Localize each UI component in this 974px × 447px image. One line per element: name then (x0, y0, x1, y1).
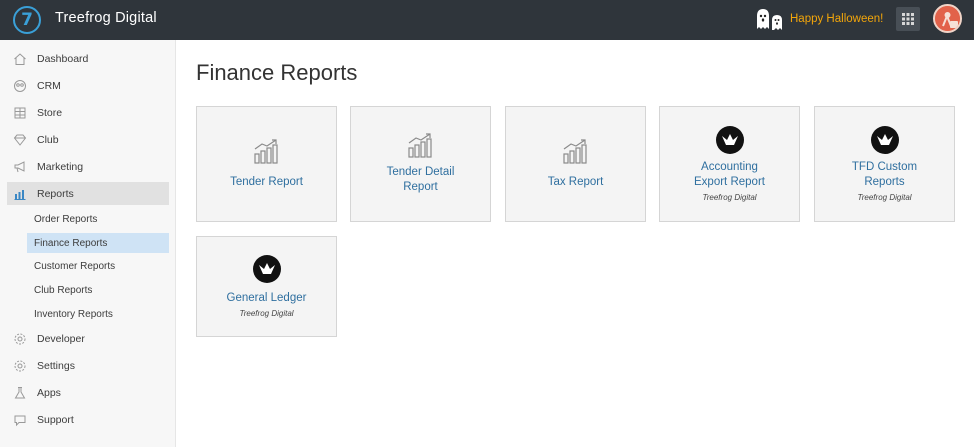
sidebar-subitem-inventory-reports[interactable]: Inventory Reports (27, 304, 169, 324)
sidebar-item-settings[interactable]: Settings (7, 354, 169, 377)
bar-chart-icon (562, 138, 587, 164)
brand-name[interactable]: Treefrog Digital (55, 10, 157, 26)
megaphone-icon (12, 159, 28, 175)
treefrog-badge-icon (870, 126, 899, 154)
report-card-vendor: Treefrog Digital (239, 309, 294, 318)
sidebar-item-apps[interactable]: Apps (7, 381, 169, 404)
report-card-tfd-custom-reports[interactable]: TFD Custom Reports Treefrog Digital (814, 106, 955, 222)
diamond-icon (12, 132, 28, 148)
sidebar-subitem-order-reports[interactable]: Order Reports (27, 209, 169, 229)
sidebar-item-label: Developer (37, 332, 85, 345)
top-bar: 7 Treefrog Digital Happy Halloween! (0, 0, 974, 40)
report-card-accounting-export-report[interactable]: Accounting Export Report Treefrog Digita… (659, 106, 800, 222)
avatar-image (935, 6, 960, 31)
main-content: Finance Reports Tender Report Tender Det… (176, 40, 974, 447)
gear-icon (12, 358, 28, 374)
report-card-tender-detail-report[interactable]: Tender Detail Report (350, 106, 491, 222)
user-avatar[interactable] (933, 4, 962, 33)
sidebar: Dashboard CRM Store Club Marketing Repor… (0, 40, 176, 447)
halloween-message[interactable]: Happy Halloween! (790, 13, 883, 25)
report-card-title: TFD Custom Reports (851, 161, 918, 188)
sidebar-item-label: Club (37, 133, 59, 146)
home-icon (12, 51, 28, 67)
sidebar-item-dashboard[interactable]: Dashboard (7, 47, 169, 70)
sidebar-item-crm[interactable]: CRM (7, 74, 169, 97)
sidebar-subitem-finance-reports[interactable]: Finance Reports (27, 233, 169, 253)
chart-icon (12, 186, 28, 202)
report-card-general-ledger[interactable]: General Ledger Treefrog Digital (196, 236, 337, 337)
flask-icon (12, 385, 28, 401)
report-card-title: Tender Report (230, 175, 303, 188)
sidebar-item-marketing[interactable]: Marketing (7, 155, 169, 178)
gear-icon (12, 331, 28, 347)
treefrog-badge-icon (252, 255, 281, 283)
sidebar-item-reports[interactable]: Reports (7, 182, 169, 205)
report-card-title: Accounting Export Report (694, 161, 765, 188)
report-card-title: Tender Detail Report (386, 166, 455, 193)
sidebar-item-label: Store (37, 106, 63, 119)
ghosts-icon (757, 9, 782, 30)
sidebar-item-label: Marketing (37, 160, 84, 173)
page-title: Finance Reports (196, 60, 358, 85)
report-card-title: General Ledger (226, 292, 307, 304)
treefrog-badge-icon (715, 126, 744, 154)
grid-icon (902, 13, 914, 25)
logo[interactable]: 7 (13, 6, 41, 34)
report-card-title: Tax Report (547, 175, 604, 188)
sidebar-item-label: Apps (37, 386, 61, 399)
report-card-vendor: Treefrog Digital (702, 193, 757, 202)
sidebar-item-label: Reports (37, 187, 74, 200)
report-card-tender-report[interactable]: Tender Report (196, 106, 337, 222)
report-card-tax-report[interactable]: Tax Report (505, 106, 646, 222)
sidebar-item-label: CRM (37, 79, 61, 92)
sidebar-item-store[interactable]: Store (7, 101, 169, 124)
bar-chart-icon (253, 138, 278, 164)
crm-icon (12, 78, 28, 94)
sidebar-item-label: Settings (37, 359, 75, 372)
sidebar-item-label: Support (37, 413, 74, 426)
app-launcher-button[interactable] (896, 7, 920, 31)
sidebar-item-club[interactable]: Club (7, 128, 169, 151)
store-icon (12, 105, 28, 121)
chat-icon (12, 412, 28, 428)
sidebar-item-support[interactable]: Support (7, 408, 169, 431)
sidebar-item-label: Dashboard (37, 52, 89, 65)
sidebar-item-developer[interactable]: Developer (7, 327, 169, 350)
bar-chart-icon (407, 133, 432, 158)
report-card-vendor: Treefrog Digital (857, 193, 912, 202)
sidebar-subitem-club-reports[interactable]: Club Reports (27, 280, 169, 300)
sidebar-subitem-customer-reports[interactable]: Customer Reports (27, 256, 169, 276)
